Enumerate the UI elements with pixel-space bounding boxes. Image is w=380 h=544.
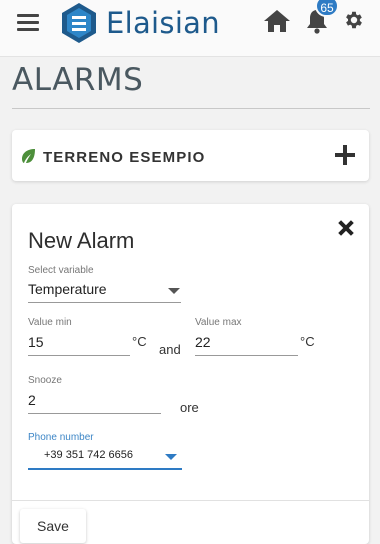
value-max-label: Value max xyxy=(195,317,242,328)
phone-number-select[interactable]: +39 351 742 6656 xyxy=(28,444,182,470)
value-max-unit: °C xyxy=(300,334,315,349)
value-min-input[interactable]: 15 xyxy=(28,331,130,356)
phone-number-label: Phone number xyxy=(28,432,94,443)
and-label: and xyxy=(159,342,181,357)
field-name: TERRENO ESEMPIO xyxy=(43,149,206,166)
snooze-unit: ore xyxy=(180,400,199,415)
phone-number-value: +39 351 742 6656 xyxy=(44,449,134,461)
save-button[interactable]: Save xyxy=(20,509,86,543)
add-alarm-plus-icon[interactable] xyxy=(335,145,355,165)
top-app-bar: Elaisian 65 xyxy=(0,0,380,57)
leaf-icon xyxy=(22,149,35,163)
gear-icon[interactable] xyxy=(343,9,365,31)
value-min-value: 15 xyxy=(28,334,44,350)
select-variable-label: Select variable xyxy=(28,265,94,276)
value-max-input[interactable]: 22 xyxy=(195,331,298,356)
home-icon[interactable] xyxy=(263,9,291,33)
app-name: Elaisian xyxy=(106,6,220,40)
chevron-down-icon xyxy=(165,454,177,460)
snooze-value: 2 xyxy=(28,392,36,408)
page-title: ALARMS xyxy=(12,62,144,98)
hamburger-menu-icon[interactable] xyxy=(17,14,39,32)
value-max-value: 22 xyxy=(195,334,211,350)
chevron-down-icon xyxy=(168,288,180,294)
value-min-label: Value min xyxy=(28,317,72,328)
value-min-unit: °C xyxy=(132,334,147,349)
snooze-label: Snooze xyxy=(28,375,62,386)
variable-select-value: Temperature xyxy=(28,281,107,297)
variable-select[interactable]: Temperature xyxy=(28,278,181,303)
snooze-input[interactable]: 2 xyxy=(28,389,161,414)
elaisian-logo-icon xyxy=(62,3,96,43)
new-alarm-title: New Alarm xyxy=(28,228,135,253)
title-divider xyxy=(12,108,370,109)
card-divider xyxy=(12,500,369,501)
new-alarm-card: New Alarm Select variable Temperature Va… xyxy=(12,204,369,544)
close-icon[interactable] xyxy=(339,221,353,235)
notification-count-badge: 65 xyxy=(315,0,339,17)
field-card[interactable]: TERRENO ESEMPIO xyxy=(12,130,369,181)
